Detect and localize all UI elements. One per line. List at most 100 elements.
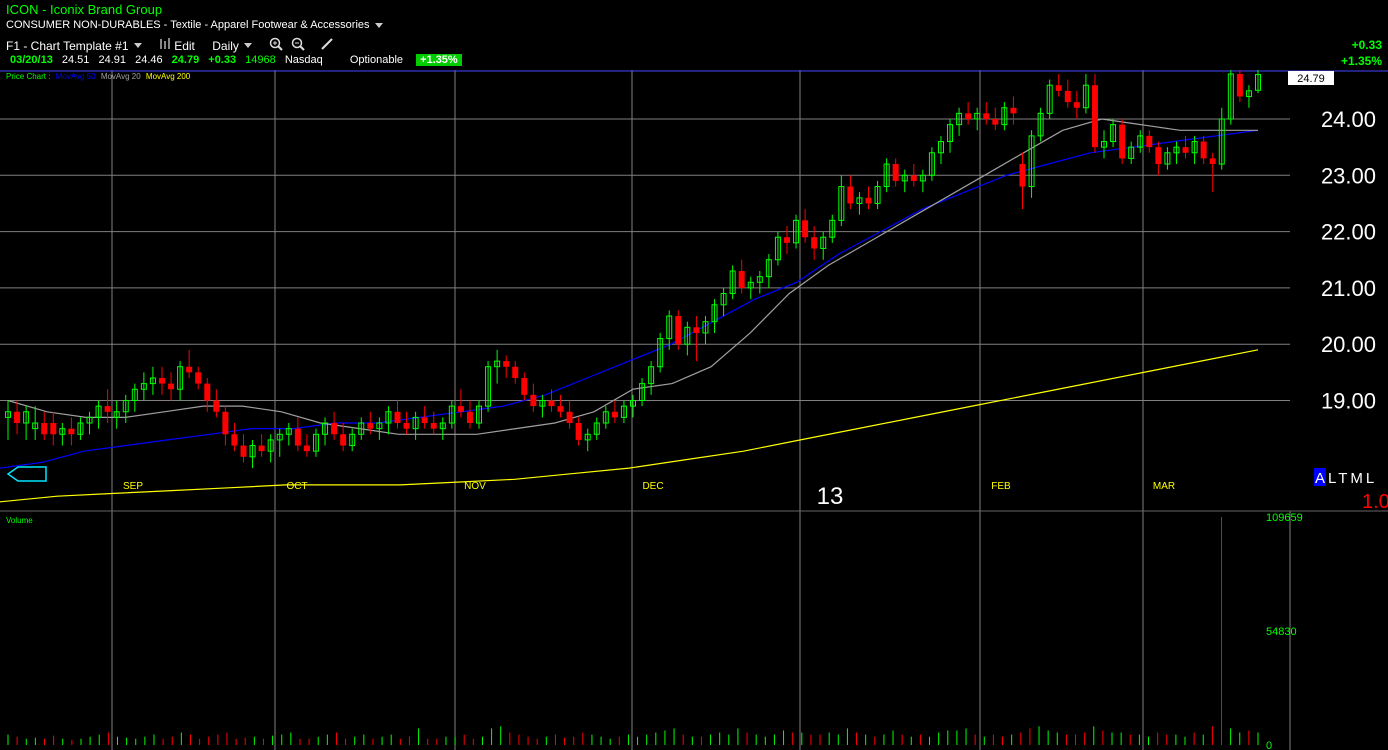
price-axis-label: 20.00: [1321, 332, 1376, 357]
sector-label: CONSUMER NON-DURABLES - Textile - Appare…: [6, 19, 370, 31]
candle-body: [548, 400, 555, 407]
altml-label[interactable]: LTML: [1328, 470, 1377, 487]
candle-body: [892, 164, 899, 181]
candle-body: [340, 434, 347, 446]
candle-body: [50, 423, 57, 435]
candle-body: [1236, 73, 1243, 97]
candle-body: [1055, 85, 1062, 91]
optionable-label: Optionable: [349, 54, 404, 66]
price-axis-label: 23.00: [1321, 163, 1376, 188]
candle-body: [575, 423, 582, 440]
price-legend-label: Price Chart :: [6, 72, 50, 81]
candle-body: [557, 406, 564, 412]
candle-body: [421, 417, 428, 424]
candle-body: [430, 423, 437, 429]
candle-body: [521, 377, 528, 395]
toolbar: F1 - Chart Template #1 Edit Daily: [6, 37, 334, 53]
candle-body: [394, 411, 401, 424]
quote-change: +0.33: [208, 54, 237, 66]
chevron-down-icon: [243, 43, 252, 49]
candle-body: [811, 237, 818, 249]
sector-dropdown[interactable]: CONSUMER NON-DURABLES - Textile - Appare…: [6, 19, 383, 31]
candle-body: [204, 383, 211, 401]
candle-body: [1146, 135, 1153, 148]
edit-label: Edit: [174, 39, 195, 54]
candle-body: [965, 113, 972, 119]
template-dropdown[interactable]: F1 - Chart Template #1: [6, 38, 142, 53]
candle-body: [457, 406, 464, 412]
month-label: NOV: [464, 481, 486, 492]
period-dropdown[interactable]: Daily: [212, 38, 252, 53]
candle-body: [675, 316, 682, 345]
month-label: DEC: [642, 481, 663, 492]
quote-volume: 14968: [245, 54, 276, 66]
zoom-out-icon: [291, 37, 305, 51]
draw-tool-button[interactable]: [320, 37, 334, 54]
zoom-in-button[interactable]: [269, 37, 283, 54]
symbol-title: ICON - Iconix Brand Group: [6, 2, 163, 17]
candle-body: [168, 383, 175, 390]
candle-body: [1209, 158, 1216, 165]
candle-body: [783, 237, 790, 243]
candle-body: [104, 406, 111, 412]
pct-change-badge: +1.35%: [416, 54, 462, 66]
candle-body: [158, 377, 165, 384]
quote-exchange: Nasdaq: [284, 54, 323, 66]
price-axis-label: 24.00: [1321, 107, 1376, 132]
candle-body: [693, 327, 700, 333]
ma50-legend: MovAvg 50: [56, 72, 96, 81]
candle-body: [466, 411, 473, 424]
quote-line: 03/20/13 24.51 24.91 24.46 24.79 +0.33 1…: [6, 54, 462, 66]
candle-body: [1064, 90, 1071, 103]
candle-body: [68, 428, 75, 435]
volume-axis-label: 109659: [1266, 512, 1303, 524]
quote-low: 24.46: [135, 54, 163, 66]
candle-body: [1119, 124, 1126, 159]
candle-body: [738, 271, 745, 288]
candle-body: [403, 423, 410, 429]
ma20-legend: MovAvg 20: [101, 72, 141, 81]
candle-body: [910, 175, 917, 181]
candle-body: [992, 119, 999, 125]
candle-body: [1155, 147, 1162, 165]
zoom-out-button[interactable]: [291, 37, 305, 54]
chevron-down-icon: [374, 22, 383, 28]
candle-body: [195, 372, 202, 384]
quote-open: 24.51: [61, 54, 90, 66]
last-price-tag: 24.79: [1297, 73, 1325, 85]
chart-background: [0, 70, 1388, 750]
candle-body: [865, 197, 872, 204]
volume-axis-label: 0: [1266, 740, 1272, 750]
candle-body: [258, 445, 265, 452]
quote-high: 24.91: [98, 54, 127, 66]
candle-body: [1182, 147, 1189, 153]
month-label: MAR: [1153, 481, 1175, 492]
candle-body: [847, 186, 854, 204]
candle-body: [331, 423, 338, 435]
candle-body: [1091, 85, 1098, 148]
year-marker: 13: [817, 483, 844, 510]
bars-icon: [159, 37, 170, 49]
zoom-in-icon: [270, 37, 283, 51]
candle-body: [186, 366, 193, 373]
chart-svg[interactable]: Price Chart : MovAvg 50 MovAvg 20 MovAvg…: [0, 70, 1388, 750]
candle-body: [802, 220, 809, 238]
candle-body: [1073, 102, 1080, 108]
candle-body: [983, 113, 990, 119]
candle-body: [303, 445, 310, 452]
candle-body: [14, 411, 21, 424]
candle-body: [566, 411, 573, 424]
month-label: OCT: [286, 481, 307, 492]
month-label: FEB: [991, 481, 1011, 492]
volume-axis-label: 54830: [1266, 626, 1297, 638]
candle-body: [512, 366, 519, 378]
candle-body: [231, 434, 238, 446]
candle-body: [611, 411, 618, 418]
volume-label: Volume: [6, 516, 33, 525]
edit-button[interactable]: Edit: [159, 37, 195, 54]
candle-body: [240, 445, 247, 457]
template-label: F1 - Chart Template #1: [6, 38, 129, 53]
candle-body: [41, 423, 48, 435]
altml-a[interactable]: A: [1315, 470, 1325, 487]
period-label: Daily: [212, 38, 239, 53]
